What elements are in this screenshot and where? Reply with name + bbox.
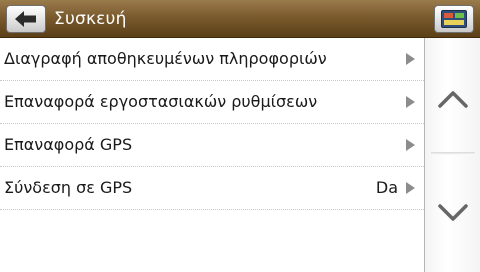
back-button[interactable] [6,5,46,33]
chevron-right-icon [406,53,415,65]
arrow-left-icon [15,11,36,27]
list-item-value: Da [375,178,398,197]
list-item-gps-connection[interactable]: Σύνδεση σε GPS Da [0,167,424,210]
title-bar: Συσκευή [0,0,480,38]
chevron-right-icon [406,182,415,194]
scroll-down-button[interactable] [425,188,480,238]
list-item-label: Επαναφορά εργοστασιακών ρυθμίσεων [4,92,318,111]
scrollbar-divider [431,152,475,155]
chevron-right-icon [406,139,415,151]
map-icon [441,10,467,28]
chevron-right-icon [406,96,415,108]
map-button[interactable] [434,5,474,33]
list-item-label: Διαγραφή αποθηκευμένων πληροφοριών [4,49,327,68]
scrollbar[interactable] [424,38,480,272]
page-title: Συσκευή [54,9,127,29]
chevron-down-icon [437,204,468,221]
chevron-up-icon [437,91,468,108]
list-item-label: Σύνδεση σε GPS [4,178,133,197]
list-item-clear-saved-info[interactable]: Διαγραφή αποθηκευμένων πληροφοριών [0,38,424,81]
list-item-factory-reset[interactable]: Επαναφορά εργοστασιακών ρυθμίσεων [0,81,424,124]
list-item-gps-reset[interactable]: Επαναφορά GPS [0,124,424,167]
scroll-up-button[interactable] [425,74,480,124]
settings-list: Διαγραφή αποθηκευμένων πληροφοριών Επανα… [0,38,424,272]
list-item-label: Επαναφορά GPS [4,135,133,154]
